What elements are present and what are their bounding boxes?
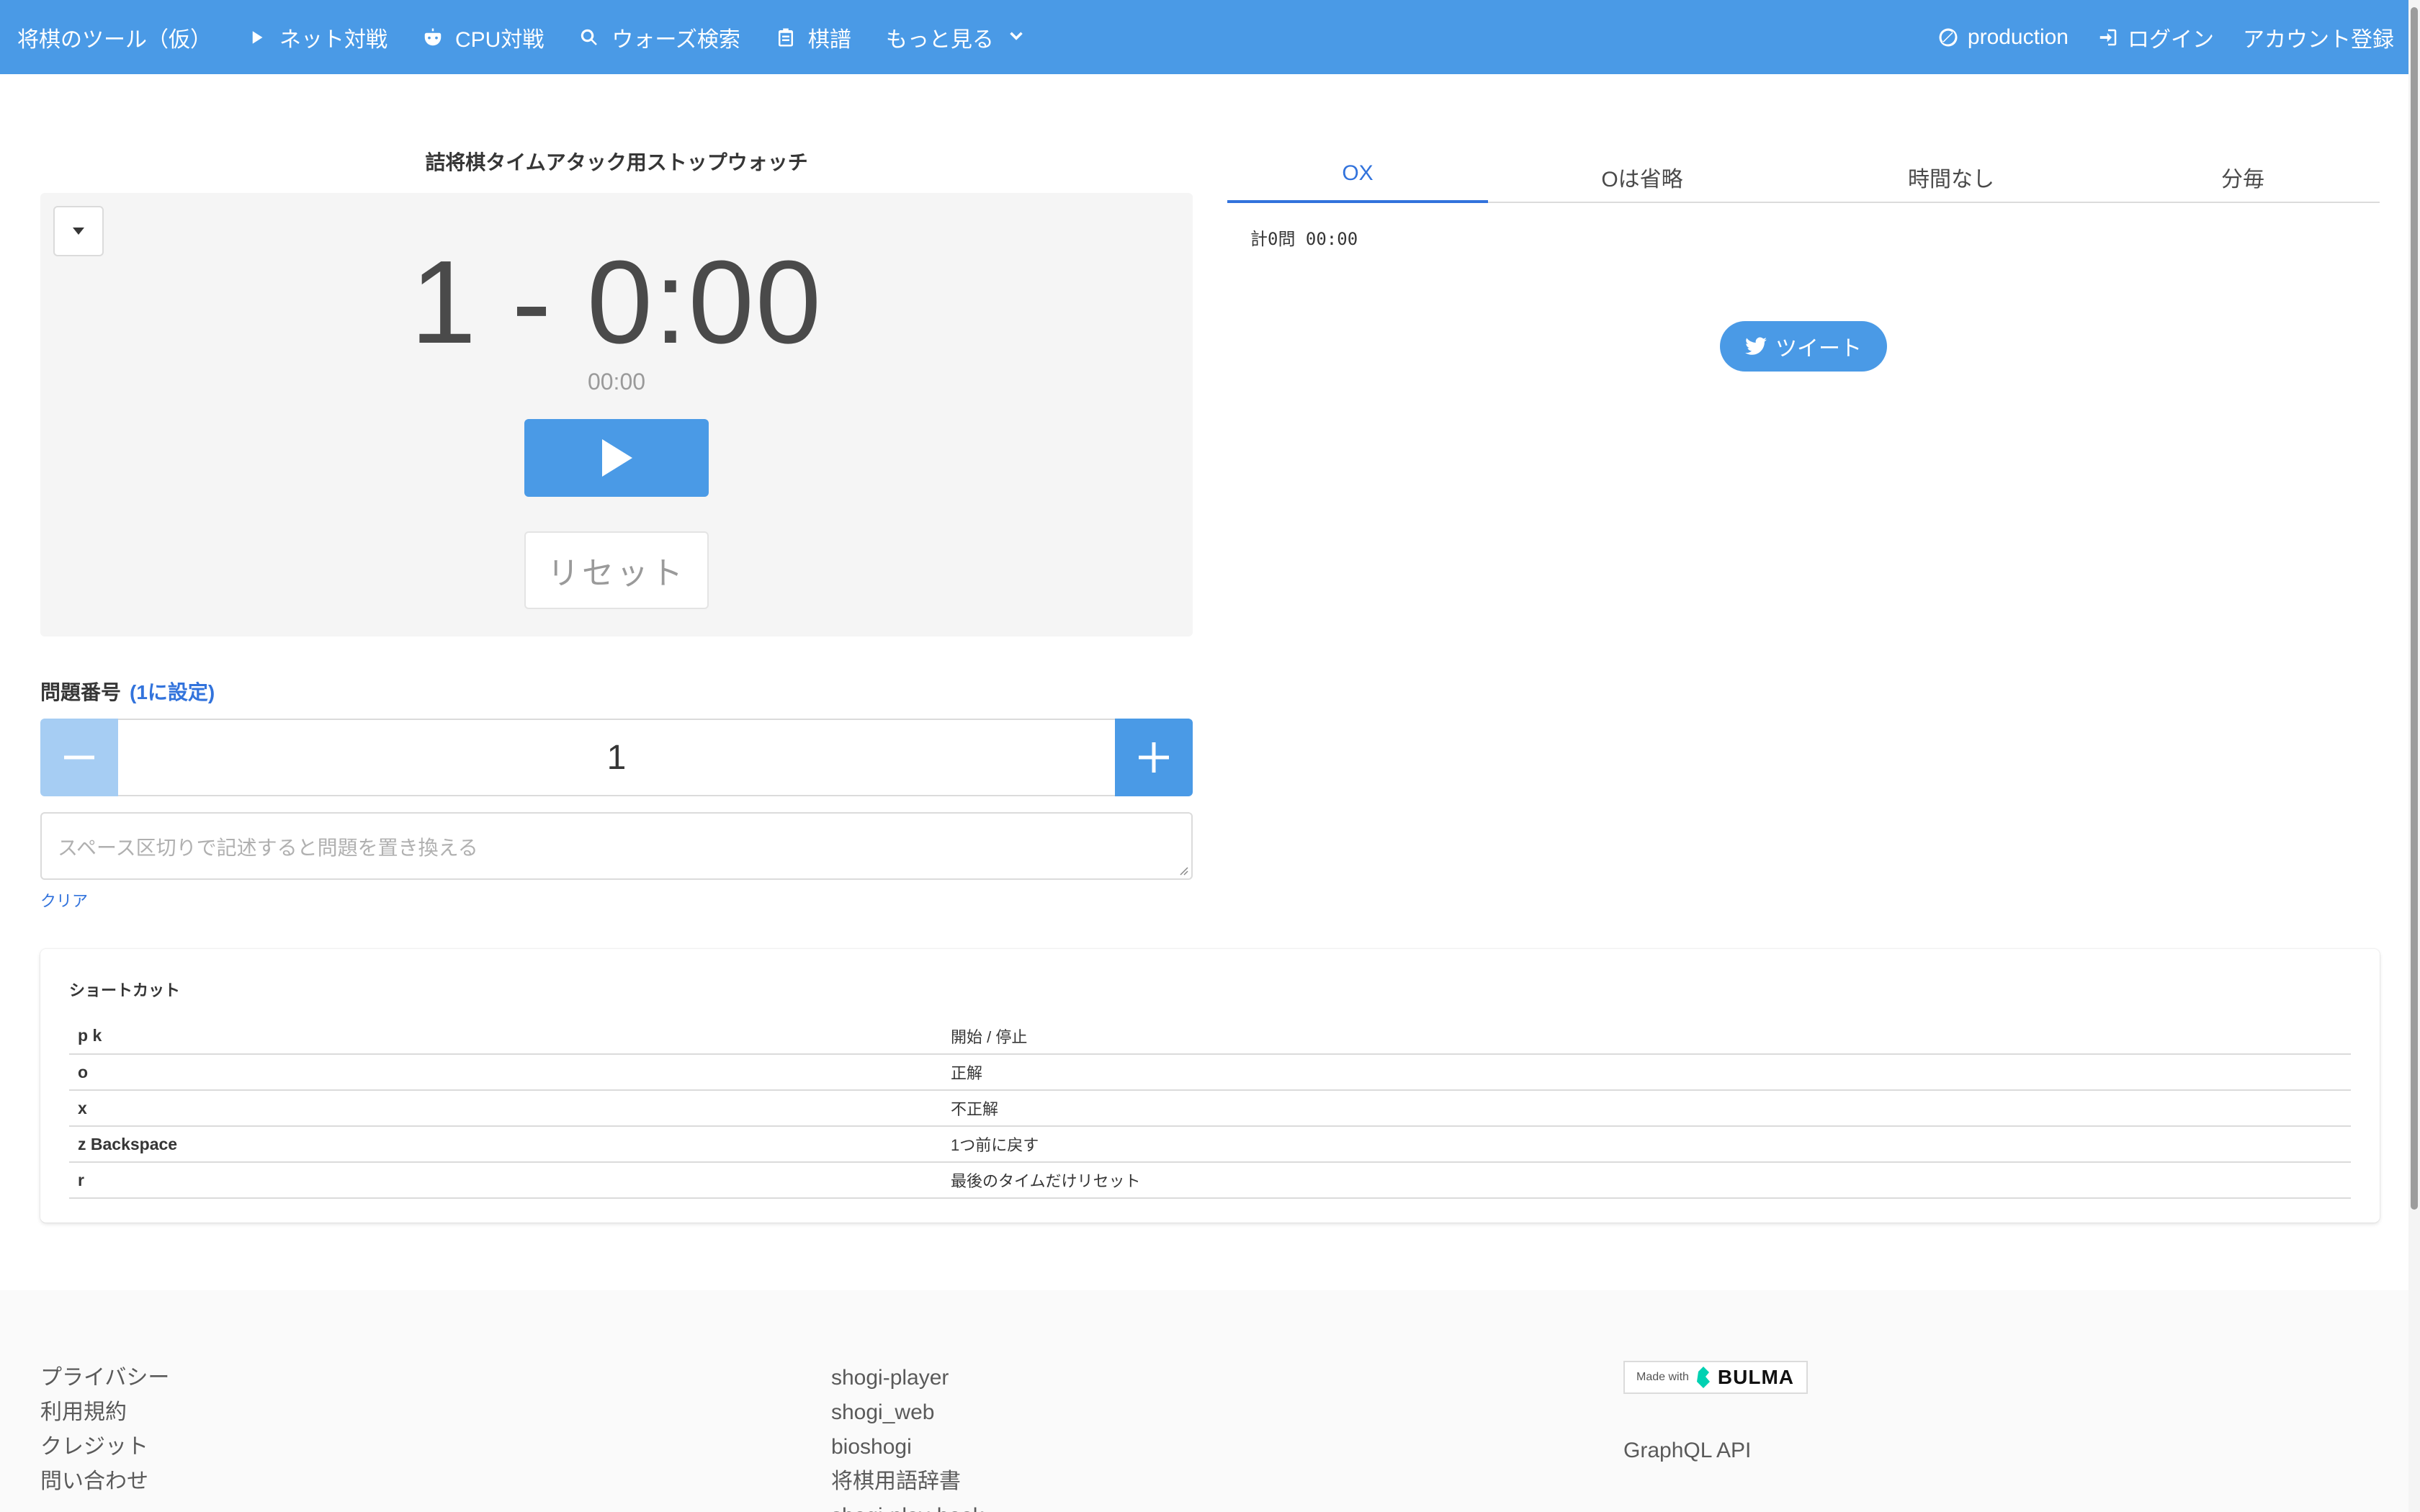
navbar-brand[interactable]: 将棋のツール（仮） bbox=[0, 22, 229, 53]
question-replace-textarea[interactable]: スペース区切りで記述すると問題を置き換える bbox=[40, 812, 1193, 880]
shortcut-action: 不正解 bbox=[942, 1090, 2351, 1127]
shortcut-key: p k bbox=[69, 1018, 942, 1055]
nav-item-label: もっと見る bbox=[885, 27, 994, 52]
decrement-button[interactable] bbox=[40, 719, 118, 796]
nav-item-label: アカウント登録 bbox=[2243, 27, 2394, 52]
stopwatch-sub-display: 00:00 bbox=[587, 369, 646, 395]
nav-item-label: ログイン bbox=[2128, 27, 2214, 52]
shortcut-action: 最後のタイムだけリセット bbox=[942, 1162, 2351, 1199]
footer-link-privacy[interactable]: プライバシー bbox=[40, 1361, 169, 1395]
scrollbar-thumb[interactable] bbox=[2411, 7, 2418, 1210]
nav-item-label: ネット対戦 bbox=[279, 27, 387, 52]
reset-button[interactable]: リセット bbox=[524, 531, 709, 609]
search-icon bbox=[581, 29, 598, 45]
footer-link-credits[interactable]: クレジット bbox=[40, 1430, 169, 1464]
bulma-logo-icon bbox=[1696, 1367, 1710, 1388]
stopwatch-panel: 1 - 0:00 00:00 リセット bbox=[40, 193, 1193, 636]
footer-link-glossary[interactable]: 将棋用語辞書 bbox=[831, 1464, 984, 1499]
footer-link-shogi-player[interactable]: shogi-player bbox=[831, 1361, 984, 1395]
tab-no-time[interactable]: 時間なし bbox=[1796, 151, 2106, 202]
footer-link-contact[interactable]: 問い合わせ bbox=[40, 1464, 169, 1499]
footer-link-shogi-web[interactable]: shogi_web bbox=[831, 1395, 984, 1430]
mode-tabs: OX Oは省略 時間なし 分毎 bbox=[1227, 151, 2380, 203]
caret-down-icon bbox=[73, 228, 84, 235]
shortcut-key: z Backspace bbox=[69, 1126, 942, 1163]
plus-icon bbox=[1139, 742, 1169, 773]
footer-link-bioshogi[interactable]: bioshogi bbox=[831, 1430, 984, 1464]
nav-item-signup[interactable]: アカウント登録 bbox=[2228, 0, 2408, 74]
nav-item-login[interactable]: ログイン bbox=[2083, 0, 2228, 74]
cancel-circle-icon bbox=[1939, 28, 1958, 46]
navbar-right: production ログイン アカウント登録 bbox=[1923, 0, 2408, 74]
textarea-placeholder: スペース区切りで記述すると問題を置き換える bbox=[58, 837, 478, 859]
tab-per-minute[interactable]: 分毎 bbox=[2106, 151, 2380, 202]
nav-item-label: CPU対戦 bbox=[455, 27, 544, 52]
resize-grip-icon[interactable] bbox=[1177, 864, 1188, 876]
scrollbar-track[interactable] bbox=[2408, 0, 2420, 1512]
table-row: o 正解 bbox=[69, 1054, 2351, 1091]
made-with-bulma-badge[interactable]: Made with BULMA bbox=[1623, 1361, 1808, 1394]
shortcut-title: ショートカット bbox=[69, 981, 181, 999]
tab-ox[interactable]: OX bbox=[1227, 151, 1488, 203]
minus-icon bbox=[64, 755, 94, 760]
play-icon bbox=[252, 30, 263, 44]
nav-item-more[interactable]: もっと見る bbox=[869, 0, 1044, 74]
shortcut-action: 1つ前に戻す bbox=[942, 1126, 2351, 1163]
shortcut-table: p k 開始 / 停止 o 正解 x 不正解 z Backspace 1つ前に戻す r最… bbox=[69, 1018, 2351, 1199]
login-icon bbox=[2099, 29, 2117, 45]
shortcut-action: 正解 bbox=[942, 1054, 2351, 1091]
question-number-input[interactable]: 1 bbox=[118, 719, 1115, 796]
nav-item-label: ウォーズ検索 bbox=[611, 27, 740, 52]
badge-made-with: Made with bbox=[1636, 1371, 1689, 1383]
badge-bulma-logo: BULMA bbox=[1717, 1366, 1795, 1388]
footer-link-terms[interactable]: 利用規約 bbox=[40, 1395, 169, 1430]
clear-link[interactable]: クリア bbox=[40, 888, 88, 912]
tab-omit-o[interactable]: Oは省略 bbox=[1488, 151, 1796, 202]
tweet-label: ツイート bbox=[1775, 337, 1862, 361]
shortcut-key: o bbox=[69, 1054, 942, 1091]
footer: プライバシー 利用規約 クレジット 問い合わせ shogi-player sho… bbox=[0, 1290, 2408, 1512]
nav-item-cpu-battle[interactable]: CPU対戦 bbox=[405, 0, 561, 74]
question-number-label: 問題番号 (1に設定) bbox=[40, 677, 215, 706]
footer-column-site: プライバシー 利用規約 クレジット 問い合わせ bbox=[40, 1361, 169, 1499]
table-row: r 最後のタイムだけリセット bbox=[69, 1162, 2351, 1199]
nav-item-label: production bbox=[1967, 24, 2069, 49]
stopwatch-main-display: 1 - 0:00 bbox=[410, 236, 823, 368]
shortcut-card: ショートカット p k 開始 / 停止 o 正解 x 不正解 z Backspace 1… bbox=[40, 949, 2380, 1223]
footer-link-shogi-play-book[interactable]: shogi-play-book bbox=[831, 1499, 984, 1512]
twitter-icon bbox=[1745, 337, 1767, 355]
nav-item-online-battle[interactable]: ネット対戦 bbox=[229, 0, 405, 74]
nav-item-label: 棋譜 bbox=[807, 27, 851, 52]
footer-link-graphql[interactable]: GraphQL API bbox=[1623, 1439, 1751, 1463]
navbar-left: 将棋のツール（仮） ネット対戦 CPU対戦 ウォーズ検索 棋譜 もっと見る bbox=[0, 0, 1044, 74]
question-number-stepper: 1 bbox=[40, 719, 1193, 796]
stopwatch-title: 詰将棋タイムアタック用ストップウォッチ bbox=[425, 151, 808, 174]
table-row: x 不正解 bbox=[69, 1090, 2351, 1127]
result-summary: 計0問 00:00 bbox=[1250, 229, 1358, 249]
nav-item-production[interactable]: production bbox=[1923, 0, 2083, 74]
table-row: z Backspace 1つ前に戻す bbox=[69, 1126, 2351, 1163]
table-row: p k 開始 / 停止 bbox=[69, 1018, 2351, 1055]
shortcut-key: x bbox=[69, 1090, 942, 1127]
shortcut-key: r bbox=[69, 1162, 942, 1199]
clipboard-icon bbox=[778, 28, 793, 46]
tweet-button[interactable]: ツイート bbox=[1720, 321, 1887, 372]
question-number-title: 問題番号 bbox=[40, 681, 122, 703]
footer-column-projects: shogi-player shogi_web bioshogi 将棋用語辞書 s… bbox=[831, 1361, 984, 1512]
robot-icon bbox=[424, 28, 442, 45]
increment-button[interactable] bbox=[1115, 719, 1193, 796]
play-button[interactable] bbox=[524, 419, 709, 497]
nav-item-kifu[interactable]: 棋譜 bbox=[758, 0, 869, 74]
nav-item-wars-search[interactable]: ウォーズ検索 bbox=[561, 0, 758, 74]
set-to-one-link[interactable]: (1に設定) bbox=[130, 681, 215, 703]
shortcut-action: 開始 / 停止 bbox=[942, 1018, 2351, 1055]
top-navbar: 将棋のツール（仮） ネット対戦 CPU対戦 ウォーズ検索 棋譜 もっと見る pr… bbox=[0, 0, 2408, 74]
play-icon bbox=[602, 439, 632, 477]
chevron-down-icon bbox=[1010, 32, 1023, 40]
